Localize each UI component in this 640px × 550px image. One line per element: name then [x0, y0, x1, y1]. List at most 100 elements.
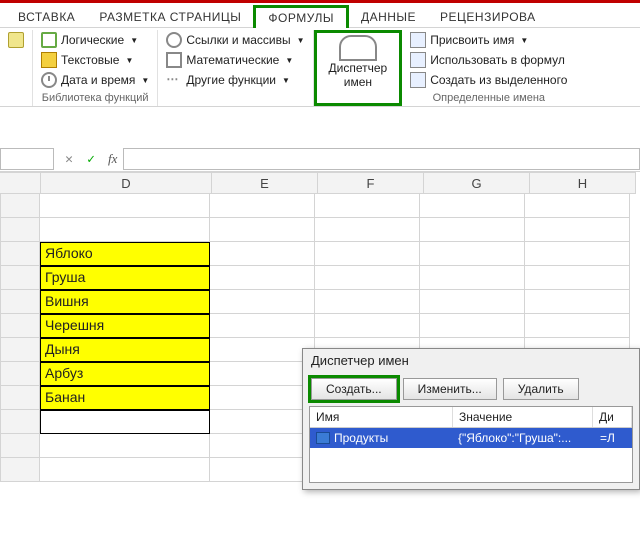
- lookup-button[interactable]: Ссылки и массивы▼: [162, 30, 308, 50]
- tab-page-layout[interactable]: РАЗМЕТКА СТРАНИЦЫ: [87, 7, 253, 27]
- col-header-f[interactable]: F: [318, 172, 424, 194]
- cell[interactable]: [210, 362, 315, 386]
- cell[interactable]: [40, 458, 210, 482]
- row-header[interactable]: [0, 386, 40, 410]
- col-header-h[interactable]: H: [530, 172, 636, 194]
- col-header-d[interactable]: D: [41, 172, 212, 194]
- row-header[interactable]: [0, 458, 40, 482]
- datetime-button[interactable]: Дата и время▼: [37, 70, 153, 90]
- tab-formulas[interactable]: ФОРМУЛЫ: [253, 5, 349, 28]
- cell[interactable]: Черешня: [40, 314, 210, 338]
- tab-review[interactable]: РЕЦЕНЗИРОВА: [428, 7, 548, 27]
- cell[interactable]: [525, 194, 630, 218]
- cell[interactable]: [525, 242, 630, 266]
- cell[interactable]: [210, 434, 315, 458]
- row-header[interactable]: [0, 194, 40, 218]
- cell[interactable]: [525, 290, 630, 314]
- logical-button[interactable]: Логические▼: [37, 30, 153, 50]
- create-from-selection-button[interactable]: Создать из выделенного: [406, 70, 571, 90]
- cell[interactable]: Дыня: [40, 338, 210, 362]
- cell[interactable]: [40, 218, 210, 242]
- row-header[interactable]: [0, 290, 40, 314]
- use-in-formula-button[interactable]: Использовать в формул: [406, 50, 571, 70]
- cell[interactable]: [420, 242, 525, 266]
- cell[interactable]: Груша: [40, 266, 210, 290]
- row-header[interactable]: [0, 338, 40, 362]
- cell[interactable]: [210, 266, 315, 290]
- name-manager-label-1: Диспетчер: [329, 61, 388, 75]
- more-functions-button[interactable]: ⋯Другие функции▼: [162, 70, 308, 90]
- cell[interactable]: [40, 194, 210, 218]
- cell[interactable]: Арбуз: [40, 362, 210, 386]
- col-header-blank[interactable]: [0, 172, 41, 194]
- cell[interactable]: [315, 194, 420, 218]
- cell[interactable]: [315, 242, 420, 266]
- create-name-button[interactable]: Создать...: [311, 378, 397, 400]
- cell[interactable]: [525, 266, 630, 290]
- col-value-header[interactable]: Значение: [453, 407, 593, 427]
- cell[interactable]: [420, 314, 525, 338]
- formula-input[interactable]: [123, 148, 640, 170]
- cell[interactable]: [210, 458, 315, 482]
- tab-data[interactable]: ДАННЫЕ: [349, 7, 428, 27]
- cell[interactable]: [210, 410, 315, 434]
- cell[interactable]: [210, 218, 315, 242]
- text-button[interactable]: Текстовые▼: [37, 50, 153, 70]
- cell[interactable]: [210, 290, 315, 314]
- name-manager-icon: [339, 35, 377, 61]
- cell[interactable]: Банан: [40, 386, 210, 410]
- cell[interactable]: [315, 314, 420, 338]
- cell[interactable]: [420, 218, 525, 242]
- row-header[interactable]: [0, 218, 40, 242]
- cell[interactable]: [210, 338, 315, 362]
- delete-name-button[interactable]: Удалить: [503, 378, 579, 400]
- name-tag-icon: [316, 432, 330, 444]
- row-header[interactable]: [0, 410, 40, 434]
- col-header-g[interactable]: G: [424, 172, 530, 194]
- cell[interactable]: [210, 386, 315, 410]
- cell[interactable]: [40, 410, 210, 434]
- row-header[interactable]: [0, 242, 40, 266]
- row-header[interactable]: [0, 314, 40, 338]
- name-row-selected[interactable]: Продукты {"Яблоко":"Груша":... =Л: [310, 428, 632, 448]
- cell[interactable]: [420, 194, 525, 218]
- row-header[interactable]: [0, 434, 40, 458]
- define-name-label: Присвоить имя: [430, 33, 514, 47]
- cell[interactable]: [210, 194, 315, 218]
- chevron-down-icon: ▼: [297, 36, 305, 45]
- cell[interactable]: [40, 434, 210, 458]
- insert-function-button[interactable]: [4, 30, 28, 50]
- name-box[interactable]: [0, 148, 54, 170]
- cell[interactable]: [210, 242, 315, 266]
- dialog-title: Диспетчер имен: [303, 349, 639, 372]
- define-name-button[interactable]: Присвоить имя▼: [406, 30, 571, 50]
- cell[interactable]: [525, 314, 630, 338]
- chevron-down-icon: ▼: [130, 36, 138, 45]
- chevron-down-icon: ▼: [125, 56, 133, 65]
- ribbon: Логические▼ Текстовые▼ Дата и время▼ Биб…: [0, 28, 640, 107]
- cell[interactable]: [420, 266, 525, 290]
- row-header[interactable]: [0, 266, 40, 290]
- cell[interactable]: [315, 266, 420, 290]
- cell[interactable]: [315, 218, 420, 242]
- cell[interactable]: Яблоко: [40, 242, 210, 266]
- enter-button[interactable]: ✓: [80, 152, 102, 167]
- col-name-header[interactable]: Имя: [310, 407, 453, 427]
- cell[interactable]: Вишня: [40, 290, 210, 314]
- name-manager-button[interactable]: Диспетчер имен: [321, 33, 396, 91]
- cell[interactable]: [525, 218, 630, 242]
- create-from-selection-label: Создать из выделенного: [430, 73, 567, 87]
- name-row-value: {"Яблоко":"Груша":...: [452, 428, 594, 448]
- col-scope-header[interactable]: Ди: [593, 407, 632, 427]
- fx-label[interactable]: fx: [102, 151, 123, 167]
- cell[interactable]: [315, 290, 420, 314]
- name-manager-label-2: имен: [344, 75, 372, 89]
- edit-name-button[interactable]: Изменить...: [403, 378, 497, 400]
- row-header[interactable]: [0, 362, 40, 386]
- cell[interactable]: [420, 290, 525, 314]
- cancel-button[interactable]: ✕: [58, 152, 80, 167]
- col-header-e[interactable]: E: [212, 172, 318, 194]
- math-button[interactable]: Математические▼: [162, 50, 308, 70]
- tab-insert[interactable]: ВСТАВКА: [6, 7, 87, 27]
- cell[interactable]: [210, 314, 315, 338]
